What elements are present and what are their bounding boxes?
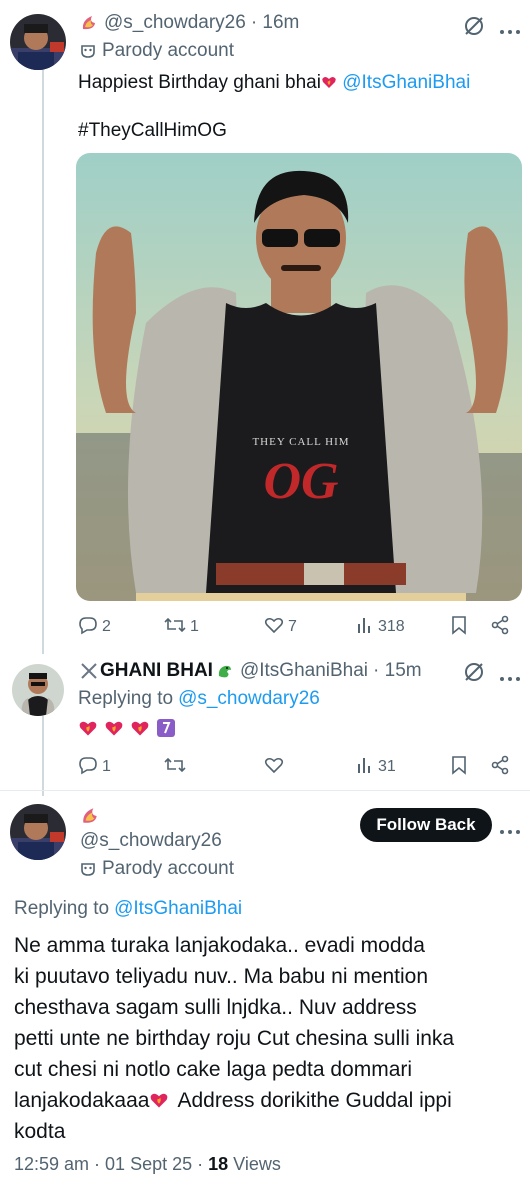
bookmark-button[interactable] bbox=[450, 755, 468, 780]
replying-to-link[interactable]: @s_chowdary26 bbox=[178, 688, 320, 710]
poster-subtitle: THEY CALL HIM bbox=[252, 436, 349, 448]
mention-link[interactable]: @ItsGhaniBhai bbox=[342, 72, 470, 93]
follow-back-button[interactable]: Follow Back bbox=[360, 808, 492, 842]
more-icon[interactable] bbox=[498, 22, 522, 34]
thread-line bbox=[42, 66, 44, 654]
more-icon[interactable] bbox=[498, 822, 522, 834]
repost-icon bbox=[164, 755, 186, 780]
tweet-header: @s_chowdary26 · 16m bbox=[80, 12, 299, 34]
body-line: kodta bbox=[14, 1120, 66, 1143]
share-button[interactable] bbox=[490, 615, 510, 640]
repost-button[interactable] bbox=[164, 755, 186, 780]
heart-fire-icon bbox=[149, 1088, 169, 1108]
post-body: Ne amma turaka lanjakodaka.. evadi modda… bbox=[14, 930, 524, 1147]
views-count: 18 bbox=[208, 1154, 229, 1174]
avatar[interactable] bbox=[10, 804, 66, 860]
heart-icon bbox=[264, 755, 284, 780]
views-label: Views bbox=[233, 1154, 281, 1174]
bookmark-button[interactable] bbox=[450, 615, 468, 640]
heart-fire-icon bbox=[321, 70, 337, 88]
reply-button[interactable]: 2 bbox=[78, 615, 111, 640]
share-icon bbox=[490, 755, 510, 780]
body-line-with-emoji: lanjakodakaaa Address dorikithe Guddal ip… bbox=[14, 1088, 452, 1112]
display-name[interactable]: GHANI BHAI bbox=[100, 660, 213, 682]
heart-icon bbox=[264, 615, 284, 640]
heart-fire-icon bbox=[104, 718, 124, 743]
share-button[interactable] bbox=[490, 755, 510, 780]
fire-icon bbox=[80, 14, 98, 32]
poster-title: OG bbox=[263, 453, 338, 510]
tweet-actions: 2 1 7 318 bbox=[78, 615, 518, 640]
post-meta: 12:59 am · 01 Sept 25 · 18 Views bbox=[14, 1154, 281, 1175]
views-button[interactable]: 31 bbox=[356, 756, 396, 779]
dragon-icon bbox=[216, 662, 234, 680]
parody-label: Parody account bbox=[80, 40, 234, 62]
bar-chart-icon bbox=[356, 756, 374, 779]
like-button[interactable] bbox=[264, 755, 284, 780]
repost-button[interactable]: 1 bbox=[164, 615, 199, 640]
divider bbox=[0, 790, 530, 791]
fire-icon bbox=[80, 806, 100, 826]
replying-to: Replying to @s_chowdary26 bbox=[78, 688, 320, 710]
reply-icon bbox=[78, 615, 98, 640]
handle[interactable]: @ItsGhaniBhai bbox=[240, 660, 368, 682]
views-button[interactable]: 318 bbox=[356, 616, 405, 639]
avatar[interactable] bbox=[12, 664, 64, 716]
body-line: ki puutavo teliyadu nuv.. Ma babu ni men… bbox=[14, 965, 429, 988]
reply-header: GHANI BHAI @ItsGhaniBhai · 15m bbox=[80, 660, 422, 682]
avatar[interactable] bbox=[10, 14, 66, 70]
heart-fire-icon bbox=[130, 718, 150, 743]
swords-icon bbox=[80, 662, 98, 680]
post-timestamp[interactable]: 12:59 am · 01 Sept 25 · bbox=[14, 1154, 208, 1174]
grok-icon[interactable] bbox=[462, 14, 486, 38]
thread-line bbox=[42, 716, 44, 796]
body-line: cut chesi ni notlo cake laga pedta domma… bbox=[14, 1058, 413, 1081]
mask-icon bbox=[80, 43, 96, 59]
share-icon bbox=[490, 615, 510, 640]
hashtag-link[interactable]: #TheyCallHimOG bbox=[78, 116, 227, 146]
parody-label: Parody account bbox=[80, 858, 234, 880]
handle[interactable]: @s_chowdary26 bbox=[80, 830, 222, 852]
mask-icon bbox=[80, 861, 96, 877]
reply-button[interactable]: 1 bbox=[78, 755, 111, 780]
repost-icon bbox=[164, 615, 186, 640]
bar-chart-icon bbox=[356, 616, 374, 639]
heart-fire-icon bbox=[78, 718, 98, 743]
tweet-text: Happiest Birthday ghani bhai @ItsGhaniBh… bbox=[78, 70, 471, 93]
bookmark-icon bbox=[450, 755, 468, 780]
grok-icon[interactable] bbox=[462, 660, 486, 684]
reply-icon bbox=[78, 755, 98, 780]
emoji-row bbox=[78, 718, 176, 743]
reply-actions: 1 31 bbox=[78, 755, 518, 780]
handle[interactable]: @s_chowdary26 bbox=[104, 12, 246, 34]
body-line: petti unte ne birthday roju Cut chesina … bbox=[14, 1027, 455, 1050]
replying-to-link[interactable]: @ItsGhaniBhai bbox=[114, 898, 242, 920]
purple-square-icon bbox=[156, 718, 176, 743]
like-button[interactable]: 7 bbox=[264, 615, 297, 640]
body-line: Ne amma turaka lanjakodaka.. evadi modda bbox=[14, 934, 425, 957]
replying-to: Replying to @ItsGhaniBhai bbox=[14, 898, 243, 920]
timestamp[interactable]: · 15m bbox=[373, 660, 422, 682]
more-icon[interactable] bbox=[498, 669, 522, 681]
body-line: chesthava sagam sulli lnjdka.. Nuv addre… bbox=[14, 996, 417, 1019]
tweet-image[interactable]: THEY CALL HIM OG bbox=[76, 153, 522, 601]
timestamp[interactable]: · 16m bbox=[251, 12, 300, 34]
bookmark-icon bbox=[450, 615, 468, 640]
